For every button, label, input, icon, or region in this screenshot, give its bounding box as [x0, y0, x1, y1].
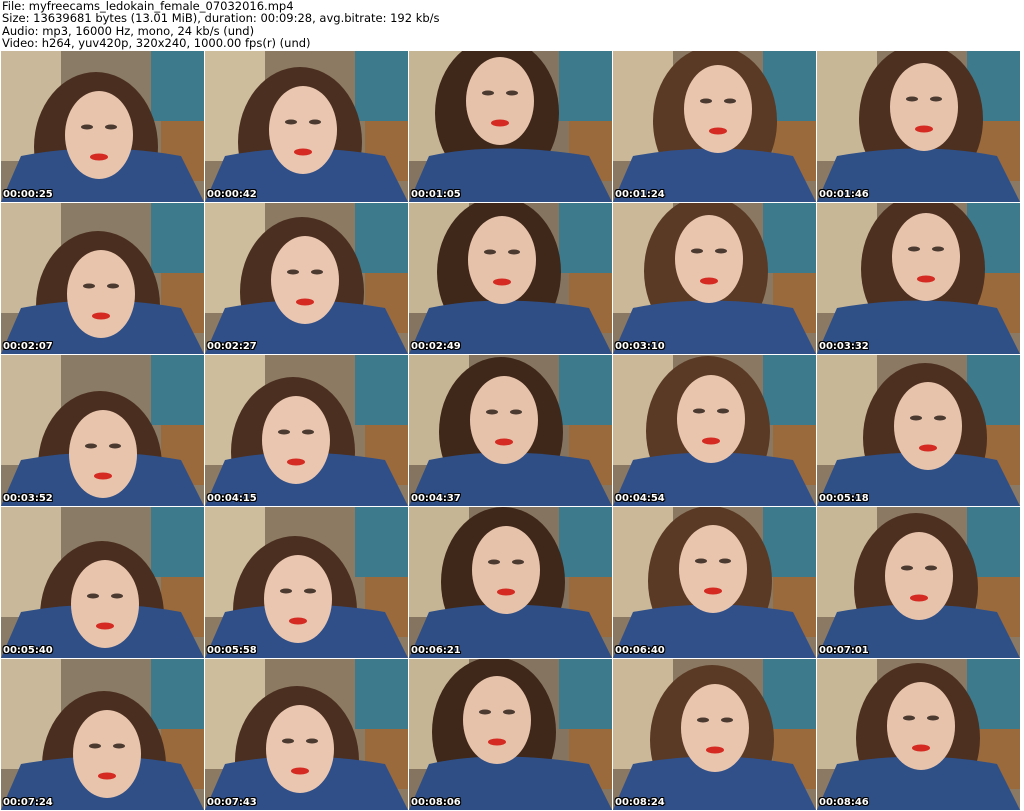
- thumbnail-frame: [205, 51, 408, 202]
- video-thumbnail: 00:00:25: [1, 51, 204, 202]
- thumbnail-timestamp: 00:02:49: [411, 341, 461, 352]
- thumbnail-timestamp: 00:01:24: [615, 189, 665, 200]
- thumbnail-timestamp: 00:08:06: [411, 797, 461, 808]
- thumbnail-frame: [1, 507, 204, 658]
- thumbnail-frame: [1, 203, 204, 354]
- thumbnail-frame: [409, 203, 612, 354]
- thumbnail-timestamp: 00:07:01: [819, 645, 869, 656]
- thumbnail-timestamp: 00:01:46: [819, 189, 869, 200]
- video-thumbnail: 00:08:24: [613, 659, 816, 810]
- thumbnail-frame: [205, 507, 408, 658]
- thumbnail-frame: [817, 203, 1020, 354]
- thumbnail-timestamp: 00:06:40: [615, 645, 665, 656]
- thumbnail-frame: [1, 355, 204, 506]
- video-thumbnail: 00:04:15: [205, 355, 408, 506]
- video-thumbnail: 00:04:54: [613, 355, 816, 506]
- thumbnail-timestamp: 00:07:43: [207, 797, 257, 808]
- video-thumbnail: 00:07:24: [1, 659, 204, 810]
- thumbnail-timestamp: 00:08:46: [819, 797, 869, 808]
- video-thumbnail: 00:02:49: [409, 203, 612, 354]
- thumbnail-timestamp: 00:00:25: [3, 189, 53, 200]
- thumbnail-frame: [205, 355, 408, 506]
- thumbnail-timestamp: 00:03:10: [615, 341, 665, 352]
- video-thumbnail: 00:02:27: [205, 203, 408, 354]
- video-thumbnail: 00:08:46: [817, 659, 1020, 810]
- video-thumbnail: 00:06:21: [409, 507, 612, 658]
- thumbnail-frame: [1, 51, 204, 202]
- video-thumbnail: 00:05:58: [205, 507, 408, 658]
- thumbnail-timestamp: 00:03:52: [3, 493, 53, 504]
- thumbnail-frame: [613, 51, 816, 202]
- file-size-line: Size: 13639681 bytes (13.01 MiB), durati…: [2, 11, 440, 26]
- video-thumbnail: 00:05:18: [817, 355, 1020, 506]
- thumbnail-timestamp: 00:05:40: [3, 645, 53, 656]
- video-thumbnail: 00:06:40: [613, 507, 816, 658]
- thumbnail-frame: [409, 659, 612, 810]
- thumbnail-timestamp: 00:04:54: [615, 493, 665, 504]
- thumbnail-timestamp: 00:04:37: [411, 493, 461, 504]
- thumbnail-frame: [205, 659, 408, 810]
- thumbnail-frame: [817, 51, 1020, 202]
- video-thumbnail: 00:01:05: [409, 51, 612, 202]
- video-thumbnail: 00:07:01: [817, 507, 1020, 658]
- thumbnail-timestamp: 00:07:24: [3, 797, 53, 808]
- thumbnail-timestamp: 00:05:58: [207, 645, 257, 656]
- thumbnail-timestamp: 00:01:05: [411, 189, 461, 200]
- video-info-line: Video: h264, yuv420p, 320x240, 1000.00 f…: [2, 36, 311, 51]
- thumbnail-timestamp: 00:03:32: [819, 341, 869, 352]
- video-thumbnail: 00:03:10: [613, 203, 816, 354]
- thumbnail-frame: [409, 355, 612, 506]
- thumbnail-frame: [205, 203, 408, 354]
- file-info-header: File: myfreecams_ledokain_female_0703201…: [2, 0, 440, 50]
- thumbnail-grid: 00:00:25 00:00:42 00:01:05 00:01:24 00:01:46…: [1, 51, 1024, 811]
- thumbnail-frame: [409, 507, 612, 658]
- thumbnail-frame: [1, 659, 204, 810]
- thumbnail-frame: [613, 659, 816, 810]
- video-thumbnail: 00:03:52: [1, 355, 204, 506]
- video-thumbnail: 00:02:07: [1, 203, 204, 354]
- thumbnail-frame: [817, 659, 1020, 810]
- thumbnail-frame: [409, 51, 612, 202]
- video-thumbnail: 00:07:43: [205, 659, 408, 810]
- video-thumbnail: 00:01:46: [817, 51, 1020, 202]
- video-thumbnail: 00:08:06: [409, 659, 612, 810]
- thumbnail-frame: [817, 355, 1020, 506]
- video-thumbnail: 00:04:37: [409, 355, 612, 506]
- thumbnail-frame: [613, 507, 816, 658]
- thumbnail-frame: [817, 507, 1020, 658]
- thumbnail-timestamp: 00:05:18: [819, 493, 869, 504]
- thumbnail-frame: [613, 203, 816, 354]
- thumbnail-frame: [613, 355, 816, 506]
- thumbnail-timestamp: 00:06:21: [411, 645, 461, 656]
- thumbnail-timestamp: 00:02:27: [207, 341, 257, 352]
- video-thumbnail: 00:01:24: [613, 51, 816, 202]
- thumbnail-timestamp: 00:00:42: [207, 189, 257, 200]
- video-thumbnail: 00:05:40: [1, 507, 204, 658]
- video-thumbnail: 00:03:32: [817, 203, 1020, 354]
- thumbnail-timestamp: 00:04:15: [207, 493, 257, 504]
- video-thumbnail: 00:00:42: [205, 51, 408, 202]
- thumbnail-timestamp: 00:08:24: [615, 797, 665, 808]
- thumbnail-timestamp: 00:02:07: [3, 341, 53, 352]
